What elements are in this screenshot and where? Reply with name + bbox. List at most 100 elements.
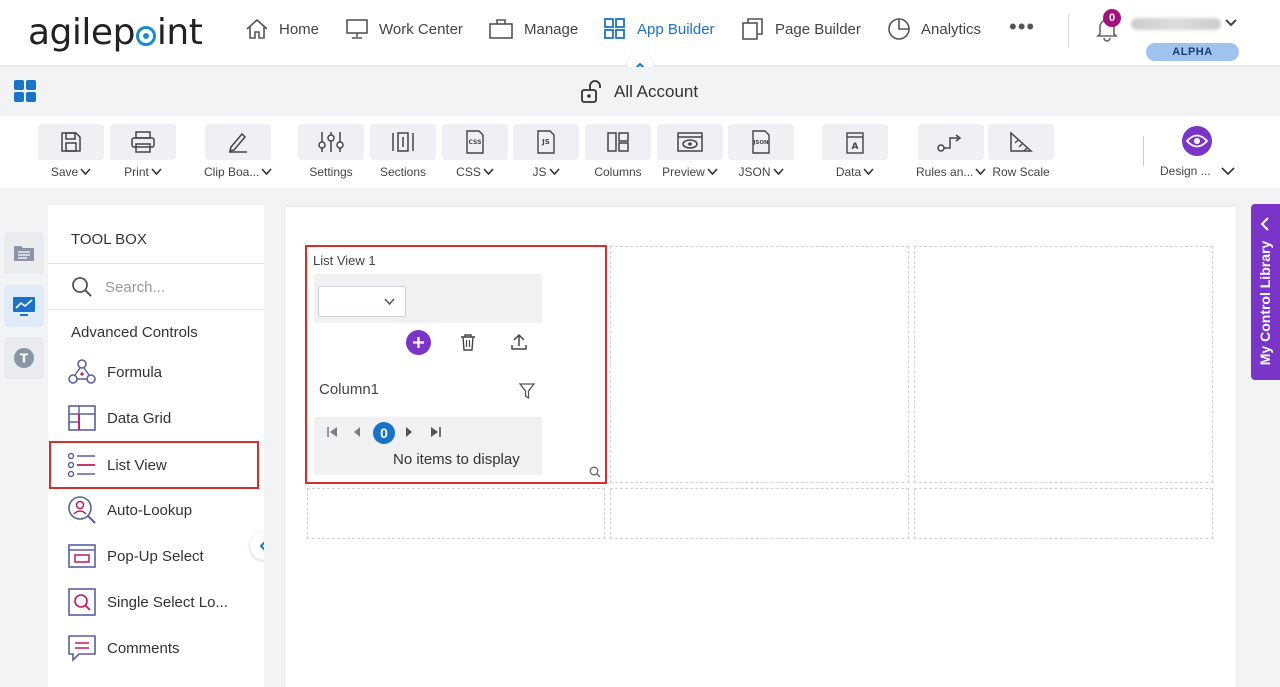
clipboard-button[interactable]: Clip Boa... <box>204 124 272 179</box>
svg-text:A: A <box>852 142 859 152</box>
form-title: All Account <box>580 80 698 104</box>
design-mode-button[interactable]: Design ... <box>1160 126 1235 178</box>
toolbar-separator <box>1143 136 1144 166</box>
control-comments[interactable]: Comments <box>49 626 259 670</box>
rail-text-controls[interactable]: T <box>4 337 44 379</box>
list-view-title: List View 1 <box>313 253 376 268</box>
toolbox-category: Advanced Controls <box>71 324 198 341</box>
chevron-down-icon[interactable] <box>1224 18 1238 28</box>
chevron-down-icon <box>80 168 91 176</box>
nav-page-builder[interactable]: Page Builder <box>741 16 861 42</box>
chevron-down-icon <box>707 168 718 176</box>
drop-cell[interactable] <box>914 246 1213 483</box>
drop-cell[interactable] <box>610 246 909 483</box>
home-icon <box>246 18 268 39</box>
tenant-badge: ALPHA <box>1146 43 1239 61</box>
nav-home[interactable]: Home <box>245 16 319 42</box>
data-button[interactable]: A Data <box>822 124 888 179</box>
filter-icon[interactable] <box>519 383 535 399</box>
nav-app-builder[interactable]: App Builder <box>603 16 715 42</box>
preview-button[interactable]: Preview <box>657 124 723 179</box>
plus-icon <box>413 337 424 348</box>
chevron-down-icon <box>548 168 560 176</box>
popup-select-icon <box>68 544 96 568</box>
trash-icon[interactable] <box>460 334 476 351</box>
list-view-dropdown[interactable] <box>318 286 406 317</box>
data-icon: A <box>846 132 864 154</box>
chevron-left-icon[interactable] <box>1260 217 1270 231</box>
chart-monitor-icon <box>13 297 35 316</box>
columns-icon <box>607 132 629 152</box>
drop-cell[interactable] <box>610 488 909 539</box>
chevron-down-icon <box>151 168 162 176</box>
notification-count-badge[interactable]: 0 <box>1103 9 1121 27</box>
pages-icon <box>742 18 763 40</box>
chevron-down-icon <box>863 168 874 176</box>
svg-text:CSS: CSS <box>469 139 482 146</box>
nav-manage[interactable]: Manage <box>488 16 578 42</box>
apps-grid-icon[interactable] <box>14 80 36 102</box>
briefcase-icon <box>489 19 513 39</box>
control-formula[interactable]: Formula <box>49 350 259 394</box>
divider <box>48 263 264 264</box>
nav-analytics[interactable]: Analytics <box>887 16 981 42</box>
next-page-icon[interactable] <box>404 426 414 438</box>
save-icon <box>61 132 81 152</box>
settings-button[interactable]: Settings <box>298 124 364 179</box>
control-list-view[interactable]: List View <box>49 441 259 489</box>
row-scale-button[interactable]: Row Scale <box>988 124 1054 179</box>
search-icon <box>72 277 92 297</box>
chevron-down-icon <box>1221 166 1235 175</box>
rail-form-controls[interactable] <box>4 232 44 274</box>
columns-button[interactable]: Columns <box>585 124 651 179</box>
css-button[interactable]: CSS CSS <box>442 124 508 179</box>
print-button[interactable]: Print <box>110 124 176 179</box>
js-file-icon: JS <box>537 130 555 154</box>
rules-button[interactable]: Rules an... <box>916 124 986 179</box>
prev-page-icon[interactable] <box>352 426 362 438</box>
formula-icon <box>68 359 96 384</box>
last-page-icon[interactable] <box>430 426 442 438</box>
control-single-select-lookup[interactable]: Single Select Lo... <box>49 580 259 624</box>
rail-advanced-controls[interactable] <box>4 285 44 327</box>
empty-message: No items to display <box>393 451 520 468</box>
save-button[interactable]: Save <box>38 124 104 179</box>
add-item-button[interactable] <box>406 330 431 355</box>
svg-text:JS: JS <box>541 138 550 146</box>
sections-icon <box>392 132 414 152</box>
toolbox-search-input[interactable]: Search... <box>71 276 165 298</box>
user-name-blurred[interactable] <box>1131 18 1221 30</box>
auto-lookup-icon <box>68 496 96 524</box>
json-button[interactable]: JSON JSON <box>728 124 794 179</box>
control-data-grid[interactable]: Data Grid <box>49 396 259 440</box>
nav-work-center[interactable]: Work Center <box>345 16 463 42</box>
pencil-icon <box>229 132 248 153</box>
svg-text:JSON: JSON <box>752 140 769 146</box>
sections-button[interactable]: Sections <box>370 124 436 179</box>
json-file-icon: JSON <box>752 130 770 154</box>
js-button[interactable]: JS JS <box>513 124 579 179</box>
text-circle-icon: T <box>14 348 34 368</box>
control-popup-select[interactable]: Pop-Up Select <box>49 534 259 578</box>
divider <box>48 309 264 310</box>
control-auto-lookup[interactable]: Auto-Lookup <box>49 488 259 532</box>
drop-cell[interactable] <box>307 488 605 539</box>
current-page-number[interactable]: 0 <box>373 422 395 444</box>
unlock-icon[interactable] <box>580 80 606 104</box>
list-view-column-header[interactable]: Column1 <box>319 381 379 398</box>
upload-icon[interactable] <box>510 333 528 351</box>
rules-icon <box>937 134 962 152</box>
toolbox-title: TOOL BOX <box>71 231 147 248</box>
single-select-lookup-icon <box>68 588 96 616</box>
ruler-icon <box>1010 131 1033 152</box>
my-control-library-label[interactable]: My Control Library <box>1251 240 1280 366</box>
folder-list-icon <box>14 246 34 261</box>
first-page-icon[interactable] <box>326 426 338 438</box>
more-menu[interactable]: ••• <box>1009 14 1035 40</box>
print-icon <box>131 131 155 153</box>
drop-cell[interactable] <box>914 488 1213 539</box>
list-view-icon <box>67 452 95 478</box>
magnifier-icon[interactable] <box>589 466 601 478</box>
agilepoint-logo[interactable]: agilep int <box>28 12 203 53</box>
left-rail <box>0 205 47 687</box>
